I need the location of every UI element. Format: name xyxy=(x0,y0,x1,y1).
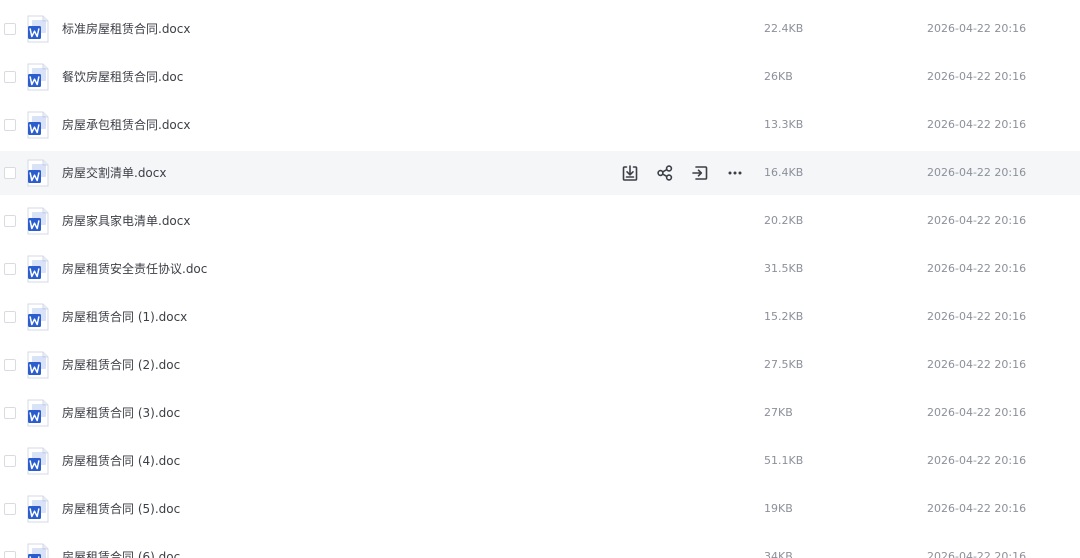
file-name[interactable]: 房屋租赁合同 (3).doc xyxy=(62,391,180,435)
file-modified-date: 2026-04-22 20:16 xyxy=(927,406,1027,419)
file-size: 15.2KB xyxy=(764,310,804,323)
file-size: 13.3KB xyxy=(764,118,804,131)
file-name[interactable]: 房屋租赁合同 (2).doc xyxy=(62,343,180,387)
file-modified-date: 2026-04-22 20:16 xyxy=(927,502,1027,515)
file-size: 22.4KB xyxy=(764,22,804,35)
file-row[interactable]: 房屋家具家电清单.docx 20.2KB 2026-04-22 20:16 xyxy=(0,199,1080,243)
file-list: 标准房屋租赁合同.docx 22.4KB 2026-04-22 20:16 餐饮… xyxy=(0,0,1080,558)
file-size: 51.1KB xyxy=(764,454,804,467)
word-doc-icon xyxy=(26,543,50,558)
row-checkbox[interactable] xyxy=(4,71,16,83)
word-doc-icon xyxy=(26,399,50,427)
file-name[interactable]: 房屋租赁合同 (5).doc xyxy=(62,487,180,531)
file-size: 34KB xyxy=(764,550,793,558)
file-name[interactable]: 房屋承包租赁合同.docx xyxy=(62,103,190,147)
word-doc-icon xyxy=(26,111,50,139)
file-name[interactable]: 房屋租赁合同 (6).doc xyxy=(62,535,180,558)
file-modified-date: 2026-04-22 20:16 xyxy=(927,22,1027,35)
word-doc-icon xyxy=(26,447,50,475)
row-checkbox[interactable] xyxy=(4,407,16,419)
word-doc-icon xyxy=(26,15,50,43)
file-modified-date: 2026-04-22 20:16 xyxy=(927,454,1027,467)
row-checkbox[interactable] xyxy=(4,311,16,323)
row-checkbox[interactable] xyxy=(4,23,16,35)
file-name[interactable]: 房屋家具家电清单.docx xyxy=(62,199,190,243)
file-row[interactable]: 房屋租赁合同 (5).doc 19KB 2026-04-22 20:16 xyxy=(0,487,1080,531)
more-icon xyxy=(728,171,742,175)
move-to-button[interactable] xyxy=(688,161,712,185)
file-size: 27KB xyxy=(764,406,793,419)
word-doc-icon xyxy=(26,495,50,523)
file-row[interactable]: 房屋交割清单.docx 16.4KB 2026-04-22 20:16 xyxy=(0,151,1080,195)
file-size: 19KB xyxy=(764,502,793,515)
row-checkbox[interactable] xyxy=(4,119,16,131)
file-size: 20.2KB xyxy=(764,214,804,227)
file-modified-date: 2026-04-22 20:16 xyxy=(927,214,1027,227)
row-checkbox[interactable] xyxy=(4,455,16,467)
file-row[interactable]: 房屋租赁合同 (2).doc 27.5KB 2026-04-22 20:16 xyxy=(0,343,1080,387)
download-icon xyxy=(622,165,638,181)
word-doc-icon xyxy=(26,351,50,379)
word-doc-icon xyxy=(26,303,50,331)
row-checkbox[interactable] xyxy=(4,167,16,179)
row-hover-actions xyxy=(618,161,758,185)
file-name[interactable]: 房屋交割清单.docx xyxy=(62,151,166,195)
file-row[interactable]: 房屋租赁合同 (4).doc 51.1KB 2026-04-22 20:16 xyxy=(0,439,1080,483)
word-doc-icon xyxy=(26,63,50,91)
file-modified-date: 2026-04-22 20:16 xyxy=(927,70,1027,83)
file-modified-date: 2026-04-22 20:16 xyxy=(927,358,1027,371)
file-row[interactable]: 房屋租赁合同 (3).doc 27KB 2026-04-22 20:16 xyxy=(0,391,1080,435)
share-button[interactable] xyxy=(653,161,677,185)
download-button[interactable] xyxy=(618,161,642,185)
row-checkbox[interactable] xyxy=(4,503,16,515)
file-modified-date: 2026-04-22 20:16 xyxy=(927,310,1027,323)
file-row[interactable]: 房屋租赁合同 (1).docx 15.2KB 2026-04-22 20:16 xyxy=(0,295,1080,339)
file-row[interactable]: 餐饮房屋租赁合同.doc 26KB 2026-04-22 20:16 xyxy=(0,55,1080,99)
row-checkbox[interactable] xyxy=(4,215,16,227)
word-doc-icon xyxy=(26,159,50,187)
file-size: 16.4KB xyxy=(764,166,804,179)
row-checkbox[interactable] xyxy=(4,359,16,371)
file-size: 31.5KB xyxy=(764,262,804,275)
file-row[interactable]: 房屋租赁合同 (6).doc 34KB 2026-04-22 20:16 xyxy=(0,535,1080,558)
file-name[interactable]: 房屋租赁合同 (4).doc xyxy=(62,439,180,483)
more-button[interactable] xyxy=(723,161,747,185)
row-checkbox[interactable] xyxy=(4,551,16,558)
word-doc-icon xyxy=(26,255,50,283)
file-name[interactable]: 房屋租赁合同 (1).docx xyxy=(62,295,187,339)
share-icon xyxy=(657,165,673,181)
file-name[interactable]: 房屋租赁安全责任协议.doc xyxy=(62,247,207,291)
file-modified-date: 2026-04-22 20:16 xyxy=(927,550,1027,558)
file-name[interactable]: 标准房屋租赁合同.docx xyxy=(62,7,190,51)
file-row[interactable]: 房屋租赁安全责任协议.doc 31.5KB 2026-04-22 20:16 xyxy=(0,247,1080,291)
move-to-icon xyxy=(692,166,708,180)
file-size: 26KB xyxy=(764,70,793,83)
file-modified-date: 2026-04-22 20:16 xyxy=(927,118,1027,131)
file-row[interactable]: 房屋承包租赁合同.docx 13.3KB 2026-04-22 20:16 xyxy=(0,103,1080,147)
file-name[interactable]: 餐饮房屋租赁合同.doc xyxy=(62,55,183,99)
word-doc-icon xyxy=(26,207,50,235)
file-modified-date: 2026-04-22 20:16 xyxy=(927,166,1027,179)
file-row[interactable]: 标准房屋租赁合同.docx 22.4KB 2026-04-22 20:16 xyxy=(0,7,1080,51)
file-size: 27.5KB xyxy=(764,358,804,371)
file-modified-date: 2026-04-22 20:16 xyxy=(927,262,1027,275)
row-checkbox[interactable] xyxy=(4,263,16,275)
